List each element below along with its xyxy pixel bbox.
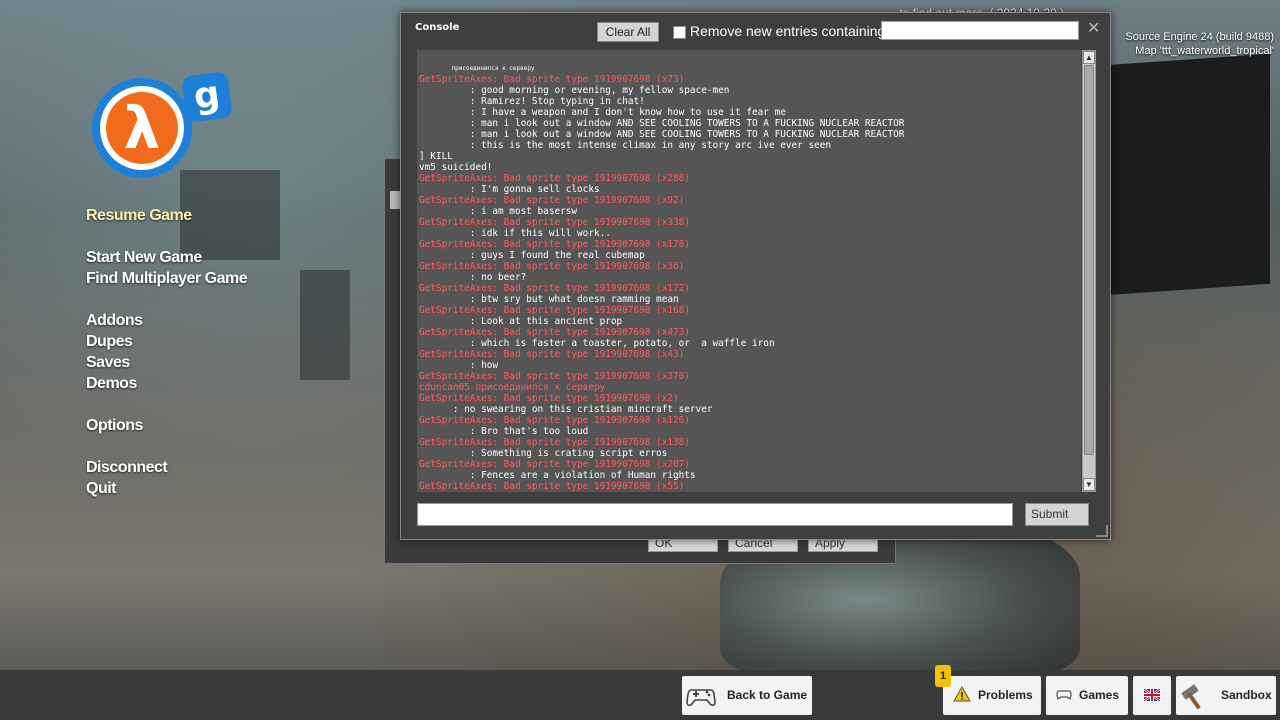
console-line: GetSpriteAxes: Bad sprite type 191990769… (419, 371, 690, 382)
menu-quit[interactable]: Quit (86, 480, 117, 498)
menu-resume-game[interactable]: Resume Game (86, 207, 192, 225)
menu-options[interactable]: Options (86, 417, 143, 435)
console-line: : Ramirez! Stop typing in chat! (419, 96, 645, 107)
console-line: GetSpriteAxes: Bad sprite type 191990769… (419, 349, 685, 360)
map-name: Map 'ttt_waterworld_tropical' (1135, 45, 1274, 57)
scroll-up-icon[interactable]: ▲ (1083, 51, 1095, 64)
menu-start-new-game[interactable]: Start New Game (86, 249, 202, 267)
sandbox-button[interactable]: Sandbox (1176, 676, 1276, 715)
problems-button[interactable]: Problems (943, 676, 1041, 715)
scroll-down-icon[interactable]: ▼ (1083, 478, 1095, 491)
console-line: : Bro that's too loud (419, 426, 589, 437)
console-line: : man i look out a window AND SEE COOLIN… (419, 129, 905, 140)
submit-button[interactable]: Submit (1025, 503, 1089, 526)
console-line: GetSpriteAxes: Bad sprite type 191990769… (419, 261, 685, 272)
console-line: : Fences are a violation of Human rights (419, 470, 696, 481)
gmod-logo: λ g (92, 71, 233, 184)
console-line: GetSpriteAxes: Bad sprite type 191990769… (419, 327, 690, 338)
console-line: : idk if this will work.. (419, 228, 611, 239)
games-button[interactable]: Games (1046, 676, 1128, 715)
console-line: vm5 suicided! (419, 162, 493, 173)
console-line: : no swearing on this cristian mincraft … (419, 404, 713, 415)
console-line: : I'm gonna sell clocks (419, 184, 600, 195)
console-log[interactable]: присоединился к серверу GetSpriteAxes: Ba… (417, 50, 1081, 492)
console-line: : which is faster a toaster, potato, or … (419, 338, 775, 349)
engine-version: Source Engine 24 (build 9488) (1125, 31, 1274, 43)
g-icon: g (181, 71, 233, 123)
close-icon[interactable]: ✕ (1087, 18, 1100, 38)
console-line: : I have a weapon and I don't know how t… (419, 107, 786, 118)
console-line: GetSpriteAxes: Bad sprite type 191990769… (419, 239, 690, 250)
menu-demos[interactable]: Demos (86, 375, 137, 393)
menu-addons[interactable]: Addons (86, 312, 143, 330)
console-line: GetSpriteAxes: Bad sprite type 191990769… (419, 437, 690, 448)
console-line: : man i look out a window AND SEE COOLIN… (419, 118, 905, 129)
console-scrollbar[interactable]: ▲ ▼ (1082, 50, 1096, 492)
console-line: ] KILL (419, 151, 453, 162)
language-button[interactable] (1133, 676, 1171, 715)
controller-icon (686, 689, 716, 706)
menu-find-multiplayer[interactable]: Find Multiplayer Game (86, 270, 248, 288)
console-line: : Look at this ancient prop (419, 316, 623, 327)
console-window: Console Clear All Remove new entries con… (400, 12, 1111, 540)
console-line: : btw sry but what doesn ramming mean (419, 294, 679, 305)
console-line: GetSpriteAxes: Bad sprite type 191990769… (419, 305, 690, 316)
console-line: : Something is crating script erros (419, 448, 668, 459)
games-label: Games (1079, 688, 1120, 702)
filter-checkbox[interactable] (673, 26, 686, 39)
console-line: GetSpriteAxes: Bad sprite type 191990769… (419, 283, 690, 294)
games-icon (1056, 690, 1072, 701)
back-to-game-button[interactable]: Back to Game (682, 676, 812, 715)
console-line: : good morning or evening, my fellow spa… (419, 85, 730, 96)
console-line: GetSpriteAxes: Bad sprite type 191990769… (419, 459, 690, 470)
back-to-game-label: Back to Game (727, 688, 808, 702)
console-line: GetSpriteAxes: Bad sprite type 191990769… (419, 217, 690, 228)
lambda-icon: λ (123, 94, 161, 162)
console-line: GetSpriteAxes: Bad sprite type 191990769… (419, 74, 685, 85)
resize-grip[interactable] (1096, 525, 1108, 537)
console-line: GetSpriteAxes: Bad sprite type 191990769… (419, 195, 685, 206)
menu-saves[interactable]: Saves (86, 354, 130, 372)
menu-dupes[interactable]: Dupes (86, 333, 133, 351)
problems-label: Problems (978, 688, 1033, 702)
background-billboard (1090, 53, 1270, 297)
console-line: GetSpriteAxes: Bad sprite type 191990769… (419, 415, 690, 426)
problems-count-badge: 1 (935, 665, 951, 687)
console-line: присоединился к серверу (419, 65, 535, 72)
console-title: Console (415, 22, 460, 33)
hammer-icon (1181, 684, 1201, 710)
console-line: : i am most basersw (419, 206, 578, 217)
console-line: : this is the most intense climax in any… (419, 140, 832, 151)
warning-icon (953, 686, 971, 702)
console-line: GetSpriteAxes: Bad sprite type 191990769… (419, 481, 685, 492)
command-input[interactable] (417, 503, 1013, 526)
menu-disconnect[interactable]: Disconnect (86, 459, 168, 477)
clear-all-button[interactable]: Clear All (597, 22, 659, 42)
console-line: cduncan05 присоединился к серверу (419, 382, 606, 393)
sandbox-label: Sandbox (1221, 688, 1272, 702)
console-line: : how (419, 360, 499, 371)
uk-flag-icon (1144, 689, 1160, 701)
console-line: GetSpriteAxes: Bad sprite type 191990769… (419, 173, 690, 184)
background-gate (300, 270, 350, 380)
console-line: GetSpriteAxes: Bad sprite type 191990769… (419, 393, 679, 404)
scroll-thumb[interactable] (1084, 65, 1094, 455)
console-line: : no beer? (419, 272, 527, 283)
filter-input[interactable] (881, 21, 1079, 40)
console-line: : guys I found the real cubemap (419, 250, 645, 261)
filter-label: Remove new entries containing: (690, 23, 890, 39)
